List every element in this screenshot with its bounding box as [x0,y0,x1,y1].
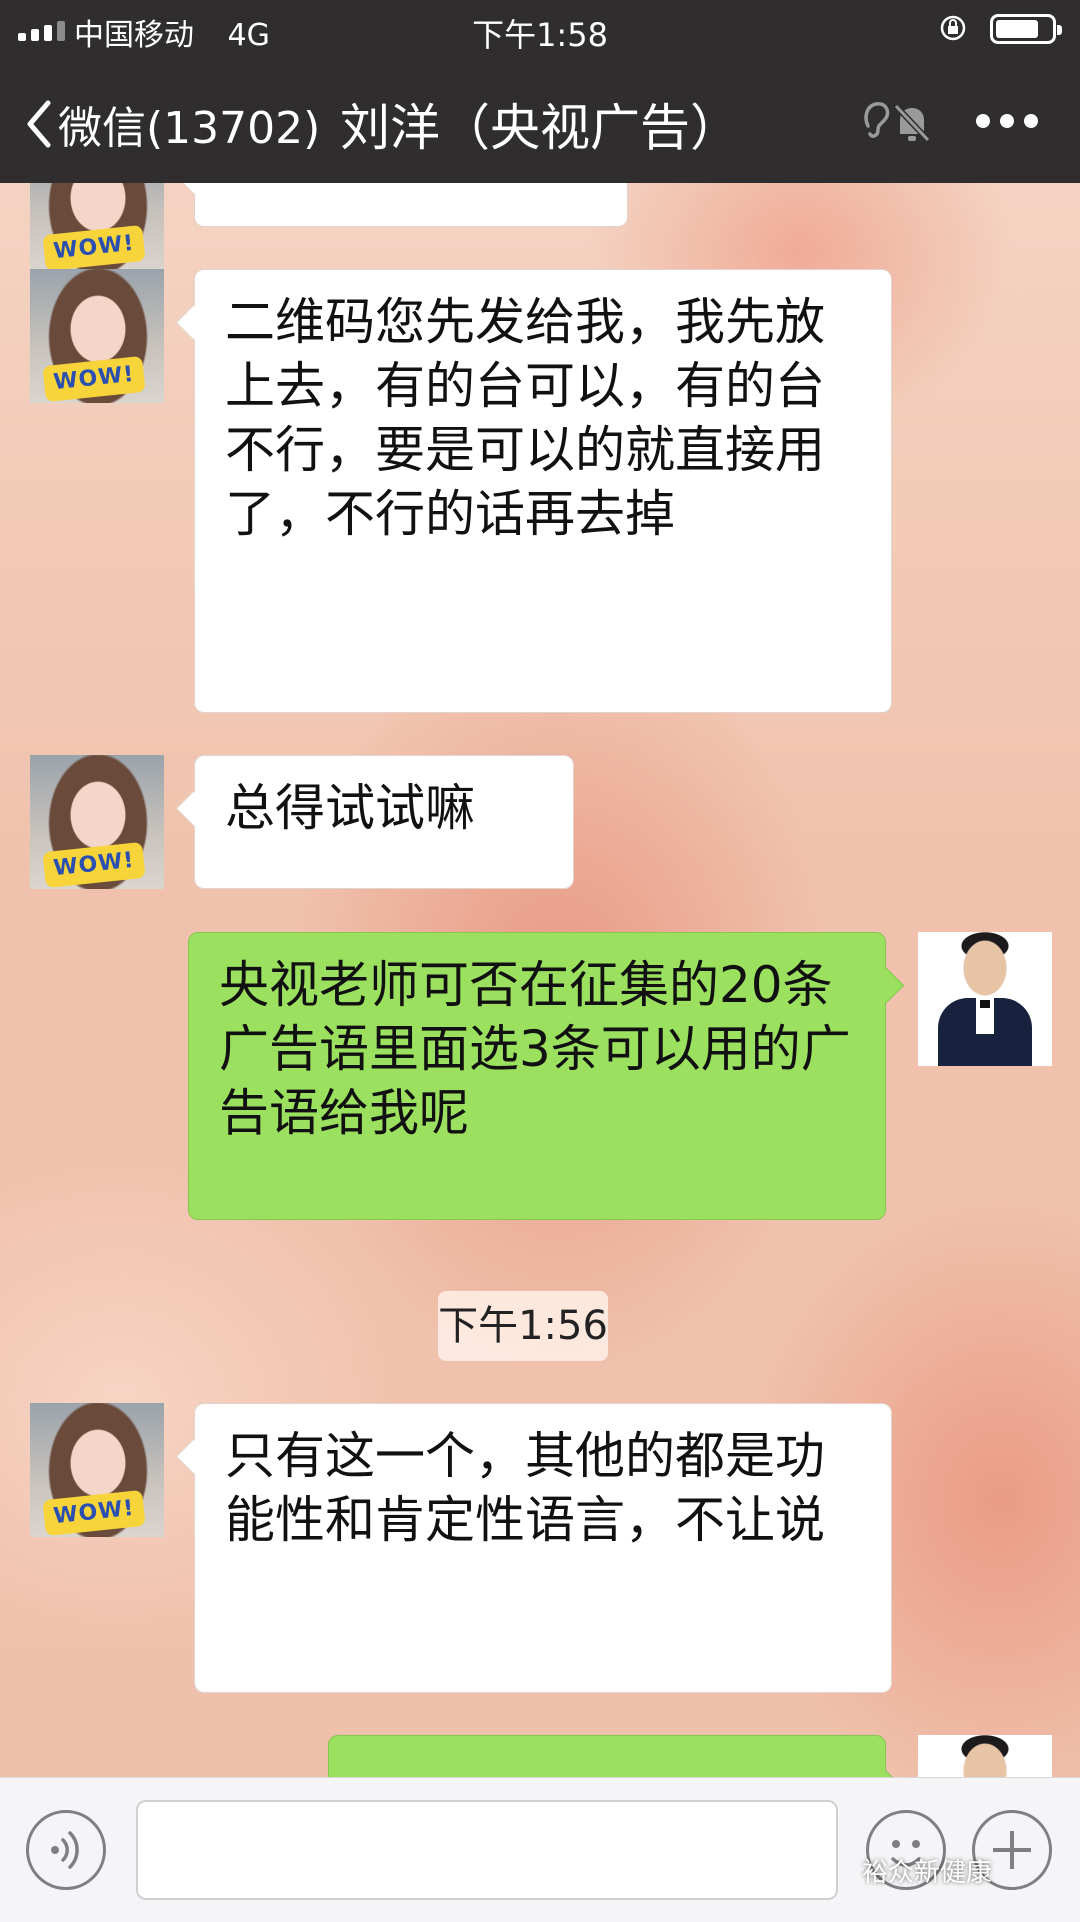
message-bubble-incoming[interactable]: 总得试试嘛 [194,755,574,889]
message-text: 总得试试嘛 [225,779,475,837]
rotation-lock-icon [940,15,966,41]
message-input[interactable] [136,1800,838,1900]
message-timestamp: 下午1:56 [438,1291,608,1361]
contact-avatar[interactable]: WOW! [30,269,164,403]
top-bar: 中国移动 4G 下午1:58 微信(13702) 刘洋（央视广告） [0,0,1080,183]
message-bubble-incoming[interactable] [194,183,628,227]
voice-icon [51,1831,79,1869]
chat-area[interactable]: WOW! WOW! 二维码您先发给我，我先放上去，有的台可以，有的台不行，要是可… [0,183,1080,1777]
status-time: 下午1:58 [472,16,608,54]
status-bar: 中国移动 4G 下午1:58 [0,0,1080,58]
voice-button[interactable] [26,1810,106,1890]
avatar-badge: WOW! [42,841,146,889]
message-bubble-outgoing[interactable] [328,1735,886,1777]
mute-bell-icon [864,102,930,143]
avatar-badge: WOW! [42,355,146,403]
message-bubble-incoming[interactable]: 二维码您先发给我，我先放上去，有的台可以，有的台不行，要是可以的就直接用了，不行… [194,269,892,713]
message-text: 央视老师可否在征集的20条广告语里面选3条可以用的广告语给我呢 [219,956,851,1142]
message-bubble-outgoing[interactable]: 央视老师可否在征集的20条广告语里面选3条可以用的广告语给我呢 [188,932,886,1220]
nav-bar: 微信(13702) 刘洋（央视广告） [0,58,1080,183]
message-text: 二维码您先发给我，我先放上去，有的台可以，有的台不行，要是可以的就直接用了，不行… [225,293,825,543]
watermark: 裕众新健康 [862,1858,993,1888]
more-icon [976,114,990,128]
self-avatar[interactable] [918,932,1052,1066]
contact-avatar[interactable]: WOW! [30,755,164,889]
more-button[interactable] [976,114,1038,128]
message-text: 只有这一个，其他的都是功能性和肯定性语言，不让说 [225,1427,825,1549]
contact-avatar[interactable]: WOW! [30,1403,164,1537]
battery-icon [990,14,1062,44]
avatar-badge: WOW! [42,224,146,272]
input-bar [0,1777,1080,1922]
avatar-badge: WOW! [42,1489,146,1537]
contact-avatar[interactable]: WOW! [30,183,164,272]
message-bubble-incoming[interactable]: 只有这一个，其他的都是功能性和肯定性语言，不让说 [194,1403,892,1693]
self-avatar[interactable] [918,1735,1052,1777]
